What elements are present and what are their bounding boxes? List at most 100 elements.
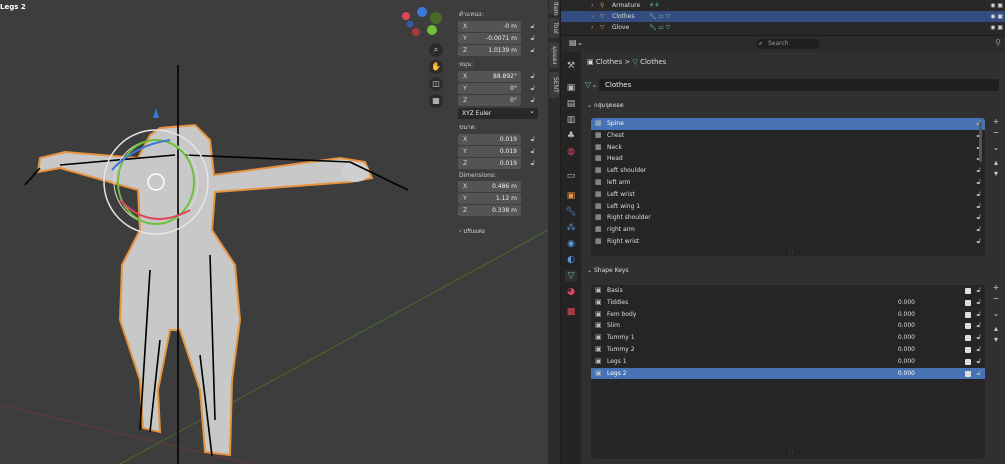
move-up-icon[interactable]: ▴ bbox=[991, 157, 1001, 168]
vertex-groups-scrollbar[interactable] bbox=[979, 122, 982, 162]
axis-navigation-gizmo[interactable] bbox=[402, 7, 442, 36]
lock-icon[interactable]: 🔓︎ bbox=[976, 177, 981, 189]
world-tab-icon[interactable]: ◍ bbox=[565, 146, 577, 158]
scene-tab-icon[interactable]: ♣ bbox=[565, 130, 577, 142]
shape-key-value[interactable]: 0.000 bbox=[898, 356, 915, 368]
lock-icon[interactable]: 🔓︎ bbox=[976, 165, 981, 177]
editor-type-icon[interactable]: ▤⌄ bbox=[569, 38, 583, 47]
vertex-group-row[interactable]: ▦ Right shoulder 🔓︎ bbox=[591, 212, 985, 224]
mesh-datablock-field[interactable]: Clothes bbox=[599, 79, 999, 91]
shape-key-value[interactable]: 0.000 bbox=[898, 309, 915, 321]
lock-icon[interactable]: 🔓︎ bbox=[530, 46, 535, 55]
lock-icon[interactable]: 🔓︎ bbox=[976, 285, 981, 297]
resize-grip-icon[interactable]: ∷ bbox=[789, 449, 793, 457]
grid-icon[interactable]: ▦ bbox=[429, 94, 443, 108]
modifier-tab-icon[interactable]: 🔧︎ bbox=[565, 206, 577, 218]
texture-tab-icon[interactable]: ▩ bbox=[565, 306, 577, 318]
tab-sent[interactable]: SENT bbox=[549, 72, 559, 98]
outliner-row-armature[interactable]: › ⚲ Armature ⚘⚘ ◉ ▣ bbox=[561, 0, 1005, 11]
particles-tab-icon[interactable]: ⁂ bbox=[565, 222, 577, 234]
scale-y-field[interactable]: Y 0.019 🔓︎ bbox=[458, 146, 535, 157]
shape-keys-header[interactable]: ⌄ Shape Keys bbox=[587, 267, 629, 274]
shape-key-value[interactable]: 0.000 bbox=[898, 368, 915, 380]
lock-icon[interactable]: 🔓︎ bbox=[976, 236, 981, 248]
chevron-right-icon[interactable]: › bbox=[591, 22, 593, 33]
eye-icon[interactable]: ◉ ▣ bbox=[990, 0, 1003, 11]
hand-icon[interactable]: ✋ bbox=[429, 60, 443, 74]
lock-icon[interactable]: 🔓︎ bbox=[530, 72, 535, 81]
lock-icon[interactable]: 🔓︎ bbox=[976, 201, 981, 213]
vertex-group-row[interactable]: ▦ Left wrist 🔓︎ bbox=[591, 189, 985, 201]
collection-tab-icon[interactable]: ▭ bbox=[565, 170, 577, 182]
dimensions-z-field[interactable]: Z 0.338 m bbox=[458, 205, 521, 216]
rotation-z-field[interactable]: Z 0° 🔓︎ bbox=[458, 95, 535, 106]
mute-checkbox[interactable] bbox=[965, 311, 971, 318]
vertex-group-row[interactable]: ▦Neck🔓︎ bbox=[591, 142, 985, 154]
rotation-mode-select[interactable]: XYZ Euler bbox=[458, 106, 538, 119]
vertex-group-row[interactable]: ▦Head🔓︎ bbox=[591, 153, 985, 165]
chevron-down-icon[interactable]: ⌄ bbox=[991, 308, 1001, 319]
mute-checkbox[interactable] bbox=[965, 288, 971, 294]
scale-x-field[interactable]: X 0.019 🔓︎ bbox=[458, 134, 535, 145]
mute-checkbox[interactable] bbox=[965, 370, 971, 377]
eye-icon[interactable]: ◉ ▣ bbox=[990, 11, 1003, 22]
tool-tab-icon[interactable]: ⚒ bbox=[565, 60, 577, 72]
shape-key-value[interactable]: 0.000 bbox=[898, 332, 915, 344]
vertex-groups-list[interactable]: ▦ Spine 🔓︎ ▦ Chest 🔓︎ ▦ Neck 🔓︎ ▦ Head 🔓︎ ▦ Left shou… bbox=[591, 118, 985, 256]
shape-key-row[interactable]: ▣ Tiddies 0.000 🔓︎ bbox=[591, 297, 985, 309]
physics-tab-icon[interactable]: ◉ bbox=[565, 238, 577, 250]
remove-icon[interactable]: − bbox=[991, 127, 1001, 138]
rotation-y-field[interactable]: Y 0° 🔓︎ bbox=[458, 83, 535, 94]
chevron-down-icon[interactable]: ⌄ bbox=[991, 142, 1001, 153]
outliner-row-clothes[interactable]: › ▽ Clothes 🔧︎ ⚏ ▽ ◉ ▣ bbox=[561, 11, 1005, 22]
mute-checkbox[interactable] bbox=[965, 335, 971, 342]
chevron-right-icon[interactable]: › bbox=[591, 0, 593, 11]
vertex-group-row[interactable]: ▦ Left wing 1 🔓︎ bbox=[591, 201, 985, 213]
lock-icon[interactable]: 🔓︎ bbox=[530, 135, 535, 144]
mute-checkbox[interactable] bbox=[965, 323, 971, 330]
tab-tool[interactable]: Tool bbox=[549, 18, 559, 38]
mute-checkbox[interactable] bbox=[965, 358, 971, 365]
properties-section-collapsed[interactable]: › ปรับแต่ง bbox=[459, 226, 541, 236]
output-tab-icon[interactable]: ▤ bbox=[565, 98, 577, 110]
character-mesh[interactable] bbox=[36, 123, 374, 457]
pin-icon[interactable]: ⚲ bbox=[995, 38, 1001, 47]
search-input[interactable]: ⌕ Search bbox=[756, 39, 820, 49]
shape-keys-list[interactable]: ▣ Basis 🔓︎ ▣ Tiddies 0.000 🔓︎ ▣ Fem body 0.000 🔓︎ ▣… bbox=[591, 285, 985, 459]
lock-icon[interactable]: 🔓︎ bbox=[976, 344, 981, 356]
vertex-group-row[interactable]: ▦ Left shoulder 🔓︎ bbox=[591, 165, 985, 177]
lock-icon[interactable]: 🔓︎ bbox=[976, 224, 981, 236]
move-down-icon[interactable]: ▾ bbox=[991, 334, 1001, 345]
constraints-tab-icon[interactable]: ◐ bbox=[565, 254, 577, 266]
chevron-right-icon[interactable]: › bbox=[591, 11, 593, 22]
eye-icon[interactable]: ◉ ▣ bbox=[990, 22, 1003, 33]
shape-key-value[interactable]: 0.000 bbox=[898, 297, 915, 309]
vertex-group-row[interactable]: ▦Spine🔓︎ bbox=[591, 118, 985, 130]
resize-grip-icon[interactable]: ∷ bbox=[789, 248, 793, 256]
vertex-group-row[interactable]: ▦ right arm 🔓︎ bbox=[591, 224, 985, 236]
object-tab-icon[interactable]: ▣ bbox=[565, 190, 577, 202]
lock-icon[interactable]: 🔓︎ bbox=[530, 147, 535, 156]
lock-icon[interactable]: 🔓︎ bbox=[976, 320, 981, 332]
shape-key-row[interactable]: ▣ Fem body 0.000 🔓︎ bbox=[591, 309, 985, 321]
remove-icon[interactable]: − bbox=[991, 293, 1001, 304]
view-layer-tab-icon[interactable]: ▥ bbox=[565, 114, 577, 126]
move-down-icon[interactable]: ▾ bbox=[991, 168, 1001, 179]
shape-key-value[interactable]: 0.000 bbox=[898, 320, 915, 332]
camera-icon[interactable]: ◫ bbox=[429, 77, 443, 91]
dimensions-y-field[interactable]: Y 1.12 m bbox=[458, 193, 521, 204]
lock-icon[interactable]: 🔓︎ bbox=[976, 356, 981, 368]
shape-key-row[interactable]: ▣ Tummy 2 0.000 🔓︎ bbox=[591, 344, 985, 356]
shape-key-row[interactable]: ▣ Legs 1 0.000 🔓︎ bbox=[591, 356, 985, 368]
vertex-group-row[interactable]: ▦ Right wrist 🔓︎ bbox=[591, 236, 985, 248]
tab-item[interactable]: Item bbox=[549, 0, 559, 16]
lock-icon[interactable]: 🔓︎ bbox=[976, 297, 981, 309]
rotation-x-field[interactable]: X 88.892° 🔓︎ bbox=[458, 71, 535, 82]
move-up-icon[interactable]: ▴ bbox=[991, 323, 1001, 334]
material-tab-icon[interactable]: ◕ bbox=[565, 286, 577, 298]
mute-checkbox[interactable] bbox=[965, 299, 971, 306]
shape-key-row[interactable]: ▣ Basis 🔓︎ bbox=[591, 285, 985, 297]
lock-icon[interactable]: 🔓︎ bbox=[530, 159, 535, 168]
lock-icon[interactable]: 🔓︎ bbox=[530, 96, 535, 105]
location-z-field[interactable]: Z 1.0139 m 🔓︎ bbox=[458, 45, 535, 56]
